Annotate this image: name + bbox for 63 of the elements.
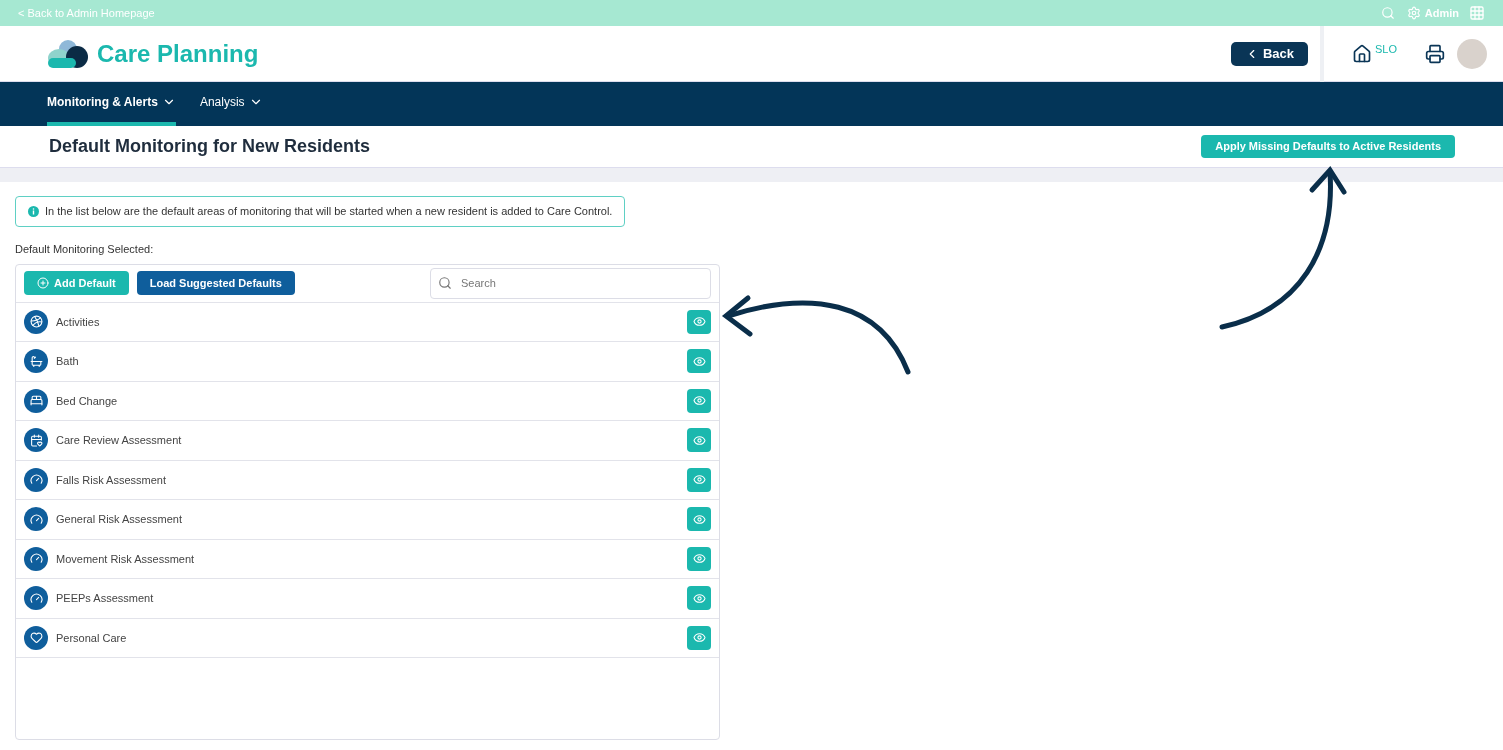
view-button[interactable]: [687, 388, 711, 413]
back-button[interactable]: Back: [1230, 41, 1308, 66]
view-button[interactable]: [687, 625, 711, 650]
settings-icon[interactable]: [1406, 6, 1421, 20]
gauge-icon: [24, 586, 48, 611]
monitoring-label: Care Review Assessment: [56, 433, 182, 448]
page-title: Default Monitoring for New Residents: [49, 135, 370, 158]
info-text: In the list below are the default areas of monitoring that will be started when a new resident is added to Care Control.: [45, 204, 613, 220]
search-icon: [438, 275, 452, 290]
eye-icon: [692, 591, 706, 605]
monitoring-label: Bed Change: [56, 393, 118, 409]
search-field[interactable]: Search: [430, 267, 711, 299]
home-label: SLO: [1375, 42, 1397, 58]
monitoring-row[interactable]: Bed Change: [16, 381, 719, 421]
monitoring-label: PEEPs Assessment: [56, 591, 154, 606]
bed-icon: [24, 388, 48, 413]
monitoring-row[interactable]: PEEPs Assessment: [16, 579, 719, 619]
eye-icon: [692, 473, 706, 487]
view-button[interactable]: [687, 586, 711, 611]
view-button[interactable]: [687, 507, 711, 532]
nav-tab[interactable]: Monitoring & Alerts: [47, 82, 176, 126]
nav-tab[interactable]: Analysis: [199, 82, 263, 126]
print-icon[interactable]: [1425, 43, 1445, 64]
eye-icon: [692, 631, 706, 645]
eye-icon: [692, 512, 706, 526]
monitoring-row[interactable]: Movement Risk Assessment: [16, 539, 719, 579]
eye-icon: [692, 433, 706, 447]
monitoring-label: Bath: [56, 354, 79, 369]
eye-icon: [692, 552, 706, 566]
load-suggested-button[interactable]: Load Suggested Defaults: [136, 271, 295, 295]
plus-circle-icon: [37, 277, 49, 289]
info-icon: [28, 206, 39, 217]
monitoring-row[interactable]: Personal Care: [16, 618, 719, 658]
monitoring-row[interactable]: General Risk Assessment: [16, 500, 719, 540]
monitoring-label: Movement Risk Assessment: [56, 551, 195, 567]
section-label: Default Monitoring Selected:: [15, 242, 155, 257]
monitoring-row[interactable]: Activities: [16, 302, 719, 342]
monitoring-row[interactable]: Falls Risk Assessment: [16, 460, 719, 500]
eye-icon: [692, 354, 706, 368]
monitoring-label: Activities: [56, 314, 100, 330]
app-title: Care Planning: [97, 38, 259, 69]
cloud-logo-icon: [47, 37, 89, 70]
view-button[interactable]: [687, 467, 711, 492]
monitoring-label: Falls Risk Assessment: [56, 472, 167, 488]
view-button[interactable]: [687, 349, 711, 374]
view-button[interactable]: [687, 309, 711, 334]
bathtub-icon: [24, 349, 48, 374]
view-button[interactable]: [687, 428, 711, 453]
avatar[interactable]: [1457, 38, 1487, 69]
gauge-icon: [24, 467, 48, 492]
search-icon[interactable]: [1380, 6, 1395, 20]
monitoring-label: Personal Care: [56, 630, 127, 646]
home-icon[interactable]: [1352, 43, 1372, 64]
apps-grid-icon[interactable]: [1469, 5, 1485, 21]
monitoring-label: General Risk Assessment: [56, 512, 182, 527]
monitoring-row[interactable]: Bath: [16, 342, 719, 382]
monitoring-row[interactable]: Care Review Assessment: [16, 421, 719, 461]
view-button[interactable]: [687, 546, 711, 571]
gauge-icon: [24, 546, 48, 571]
eye-icon: [692, 394, 706, 408]
eye-icon: [692, 315, 706, 329]
gauge-icon: [24, 507, 48, 532]
calendar-icon: [24, 428, 48, 453]
